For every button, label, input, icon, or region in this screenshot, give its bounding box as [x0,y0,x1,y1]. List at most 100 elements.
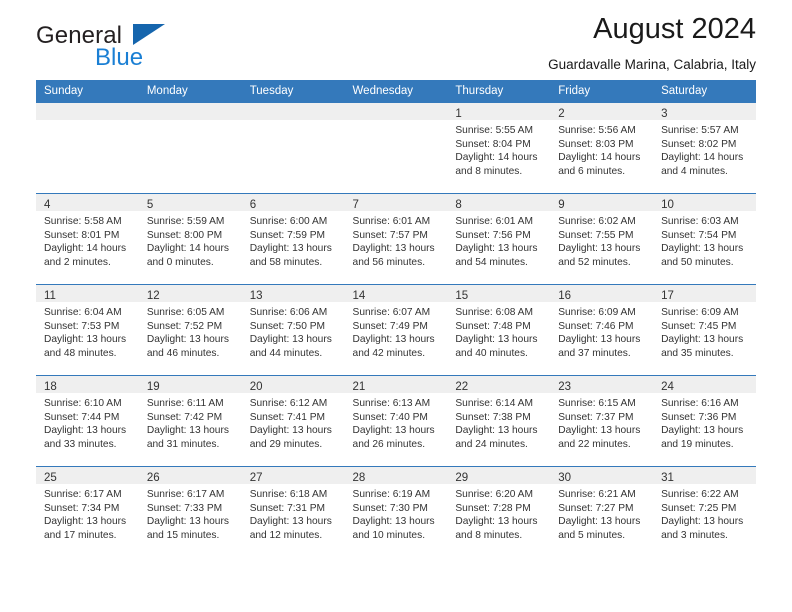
day-details: Sunrise: 6:03 AM Sunset: 7:54 PM Daylight:… [653,211,756,269]
daylight-text-line2: and 58 minutes. [249,256,323,268]
day-details: Sunrise: 6:12 AM Sunset: 7:41 PM Daylight:… [242,393,345,451]
day-number: 22 [455,381,469,393]
calendar-day-cell[interactable]: 12 Sunrise: 6:05 AM Sunset: 7:52 PM Dayligh… [138,284,242,376]
day-number: 16 [558,290,572,302]
calendar-day-cell[interactable]: 7 Sunrise: 6:01 AM Sunset: 7:57 PM Daylight… [344,193,448,285]
sunrise-text: Sunrise: 6:02 AM [558,216,636,227]
daylight-text-line1: Daylight: 13 hours [249,516,332,528]
calendar-day-cell[interactable]: 25 Sunrise: 6:17 AM Sunset: 7:34 PM Dayligh… [36,466,139,557]
calendar-day-cell[interactable]: 13 Sunrise: 6:06 AM Sunset: 7:50 PM Dayligh… [241,284,345,376]
calendar-day-cell[interactable]: 22 Sunrise: 6:14 AM Sunset: 7:38 PM Dayligh… [447,375,551,467]
daylight-text-line2: and 26 minutes. [352,438,426,450]
sunset-text: Sunset: 7:33 PM [146,502,223,514]
calendar-day-cell[interactable]: 18 Sunrise: 6:10 AM Sunset: 7:44 PM Dayligh… [36,375,139,467]
calendar-day-cell[interactable]: 11 Sunrise: 6:04 AM Sunset: 7:53 PM Dayligh… [36,284,139,376]
calendar-day-cell[interactable]: 26 Sunrise: 6:17 AM Sunset: 7:33 PM Dayligh… [138,466,242,557]
calendar-day-cell[interactable]: 27 Sunrise: 6:18 AM Sunset: 7:31 PM Dayligh… [241,466,345,557]
sunset-text: Sunset: 8:01 PM [44,229,120,241]
calendar-day-cell[interactable]: 23 Sunrise: 6:15 AM Sunset: 7:37 PM Dayligh… [550,375,654,467]
calendar-day-cell-empty [36,103,139,194]
sunset-text: Sunset: 7:56 PM [455,229,531,241]
calendar-day-cell[interactable]: 14 Sunrise: 6:07 AM Sunset: 7:49 PM Dayligh… [344,284,448,376]
calendar-day-cell[interactable]: 30 Sunrise: 6:21 AM Sunset: 7:27 PM Dayligh… [550,466,654,557]
day-number: 21 [352,381,366,393]
daylight-text-line1: Daylight: 13 hours [352,334,435,346]
day-details: Sunrise: 6:09 AM Sunset: 7:46 PM Daylight:… [550,302,653,360]
daylight-text-line2: and 33 minutes. [44,438,117,450]
sunset-text: Sunset: 7:31 PM [249,502,326,514]
day-number-bar: 29 [447,467,551,484]
calendar-day-cell[interactable]: 16 Sunrise: 6:09 AM Sunset: 7:46 PM Dayligh… [550,284,654,376]
page-header: General Blue August 2024 Guardavalle Mar… [36,0,756,72]
day-details: Sunrise: 6:01 AM Sunset: 7:56 PM Daylight:… [447,211,550,269]
sunrise-text: Sunrise: 6:09 AM [558,307,636,318]
sunrise-text: Sunrise: 5:56 AM [558,125,636,136]
calendar-day-cell[interactable]: 6 Sunrise: 6:00 AM Sunset: 7:59 PM Daylight… [241,193,345,285]
day-number-bar: 25 [36,467,139,484]
day-number-bar: 13 [241,285,345,302]
daylight-text-line1: Daylight: 14 hours [661,152,744,164]
sunset-text: Sunset: 7:36 PM [661,411,737,423]
daylight-text-line1: Daylight: 13 hours [558,425,641,437]
calendar-day-cell[interactable]: 1 Sunrise: 5:55 AM Sunset: 8:04 PM Daylight… [447,103,551,194]
day-number: 9 [558,199,565,211]
day-details: Sunrise: 6:14 AM Sunset: 7:38 PM Daylight:… [447,393,550,451]
day-number: 27 [249,472,263,484]
day-number-bar: 24 [653,376,756,393]
day-number-bar: 28 [344,467,448,484]
calendar-day-cell-empty [241,103,345,194]
day-number: 12 [146,290,160,302]
general-blue-logo[interactable]: General Blue [36,22,286,72]
calendar-day-cell[interactable]: 9 Sunrise: 6:02 AM Sunset: 7:55 PM Daylight… [550,193,654,285]
day-details: Sunrise: 6:13 AM Sunset: 7:40 PM Daylight:… [345,393,448,451]
calendar-day-cell[interactable]: 21 Sunrise: 6:13 AM Sunset: 7:40 PM Dayligh… [344,375,448,467]
calendar-day-cell[interactable]: 31 Sunrise: 6:22 AM Sunset: 7:25 PM Dayligh… [653,466,756,557]
day-details: Sunrise: 5:58 AM Sunset: 8:01 PM Daylight:… [36,211,139,269]
calendar-day-cell[interactable]: 10 Sunrise: 6:03 AM Sunset: 7:54 PM Dayligh… [653,193,756,285]
daylight-text-line1: Daylight: 13 hours [558,516,641,528]
day-number-bar: 15 [447,285,551,302]
daylight-text-line2: and 35 minutes. [661,347,734,359]
sunset-text: Sunset: 7:55 PM [558,229,634,241]
calendar-day-cell[interactable]: 24 Sunrise: 6:16 AM Sunset: 7:36 PM Dayligh… [653,375,756,467]
daylight-text-line1: Daylight: 13 hours [44,516,127,528]
daylight-text-line2: and 10 minutes. [352,529,426,541]
day-number-bar: 8 [447,194,551,211]
day-details: Sunrise: 5:55 AM Sunset: 8:04 PM Daylight:… [447,120,550,178]
daylight-text-line2: and 8 minutes. [455,529,523,541]
sunrise-text: Sunrise: 5:55 AM [455,125,533,136]
day-number: 30 [558,472,572,484]
calendar-day-cell[interactable]: 5 Sunrise: 5:59 AM Sunset: 8:00 PM Daylight… [138,193,242,285]
day-number-bar: 3 [653,103,756,120]
sunrise-text: Sunrise: 6:19 AM [352,489,431,500]
sunrise-text: Sunrise: 6:10 AM [44,398,122,409]
day-details: Sunrise: 5:59 AM Sunset: 8:00 PM Daylight:… [139,211,242,269]
sunrise-text: Sunrise: 6:03 AM [661,216,739,227]
calendar-day-cell[interactable]: 20 Sunrise: 6:12 AM Sunset: 7:41 PM Dayligh… [241,375,345,467]
sunset-text: Sunset: 7:40 PM [352,411,428,423]
sunrise-text: Sunrise: 6:06 AM [249,307,328,318]
sunset-text: Sunset: 7:25 PM [661,502,737,514]
calendar-day-cell[interactable]: 2 Sunrise: 5:56 AM Sunset: 8:03 PM Daylight… [550,103,654,194]
calendar-day-cell[interactable]: 19 Sunrise: 6:11 AM Sunset: 7:42 PM Dayligh… [138,375,242,467]
day-details: Sunrise: 6:06 AM Sunset: 7:50 PM Daylight:… [242,302,345,360]
sunset-text: Sunset: 8:03 PM [558,138,634,150]
daylight-text-line1: Daylight: 13 hours [661,334,744,346]
calendar-day-cell[interactable]: 4 Sunrise: 5:58 AM Sunset: 8:01 PM Daylight… [36,193,139,285]
sunrise-text: Sunrise: 5:58 AM [44,216,122,227]
sunset-text: Sunset: 7:38 PM [455,411,531,423]
day-number-bar: 14 [344,285,448,302]
day-number: 6 [249,199,257,211]
weekday-header-row: Sunday Monday Tuesday Wednesday Thursday Frid… [36,80,756,103]
calendar-week-row: 1 Sunrise: 5:55 AM Sunset: 8:04 PM Daylight… [36,103,756,194]
calendar-day-cell[interactable]: 3 Sunrise: 5:57 AM Sunset: 8:02 PM Daylight… [653,103,756,194]
sunrise-text: Sunrise: 6:20 AM [455,489,533,500]
calendar-day-cell[interactable]: 29 Sunrise: 6:20 AM Sunset: 7:28 PM Dayligh… [447,466,551,557]
calendar-day-cell[interactable]: 17 Sunrise: 6:09 AM Sunset: 7:45 PM Dayligh… [653,284,756,376]
calendar-day-cell[interactable]: 15 Sunrise: 6:08 AM Sunset: 7:48 PM Dayligh… [447,284,551,376]
sunset-text: Sunset: 7:46 PM [558,320,634,332]
day-number-bar: 18 [36,376,139,393]
calendar-day-cell[interactable]: 28 Sunrise: 6:19 AM Sunset: 7:30 PM Dayligh… [344,466,448,557]
day-details: Sunrise: 5:57 AM Sunset: 8:02 PM Daylight:… [653,120,756,178]
calendar-day-cell[interactable]: 8 Sunrise: 6:01 AM Sunset: 7:56 PM Daylight… [447,193,551,285]
